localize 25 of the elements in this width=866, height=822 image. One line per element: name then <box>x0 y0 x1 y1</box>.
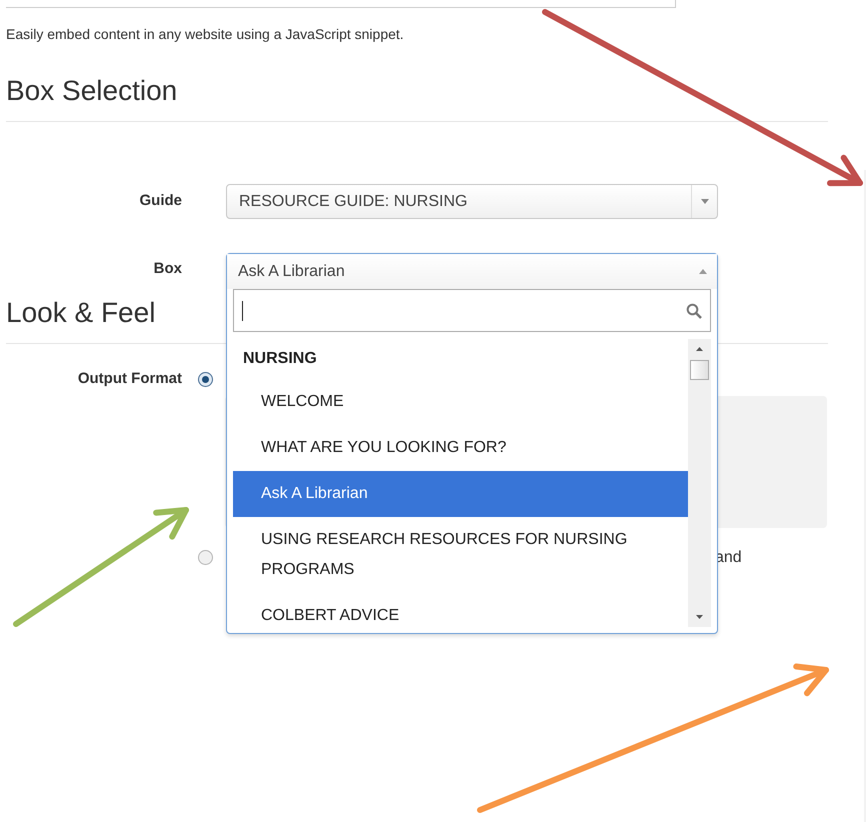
search-field[interactable] <box>233 289 711 332</box>
box-select[interactable]: Ask A Librarian NURSING WELCOME WHAT ARE YOU LOOKING FOR? Ask A Librarian USING RESEARCH RESOURCES FOR NURSING PROGRAMS COLBERT ADVICE <box>226 253 718 634</box>
dropdown-option[interactable]: USING RESEARCH RESOURCES FOR NURSING PROGRAMS <box>233 517 688 593</box>
scrollbar-thumb[interactable] <box>690 360 709 380</box>
dropdown-option[interactable]: WHAT ARE YOU LOOKING FOR? <box>233 425 688 471</box>
guide-select[interactable]: RESOURCE GUIDE: NURSING <box>226 184 718 219</box>
caret-down-icon <box>700 199 708 204</box>
scrollbar[interactable] <box>688 339 711 627</box>
dropdown-option[interactable]: Ask A Librarian <box>233 471 688 517</box>
search-icon <box>686 302 702 318</box>
caret-up-icon <box>699 269 707 274</box>
radio-button[interactable] <box>198 372 213 387</box>
dropdown-option[interactable]: COLBERT ADVICE <box>233 593 688 627</box>
text-field[interactable] <box>6 0 676 8</box>
description-text: Easily embed content in any website using a JavaScript snippet. <box>6 25 405 44</box>
group-heading: NURSING <box>242 349 318 369</box>
field-label: Guide <box>138 191 182 212</box>
field-label: Box <box>152 259 182 279</box>
section-heading: Box Selection <box>6 73 828 122</box>
dropdown-option[interactable]: WELCOME <box>233 379 688 425</box>
field-label: Output Format <box>76 369 182 389</box>
scroll-up-icon <box>696 347 703 351</box>
radio-button[interactable] <box>198 550 213 565</box>
select-value: Ask A Librarian <box>237 262 346 282</box>
scroll-down-icon <box>696 615 703 619</box>
